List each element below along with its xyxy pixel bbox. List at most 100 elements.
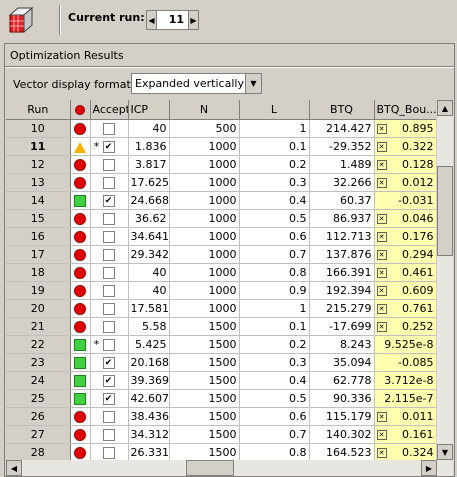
- accept-cell[interactable]: [90, 443, 129, 460]
- table-row[interactable]: 28 26.331 1500 0.8 164.523 ✕ 0.324: [6, 443, 436, 460]
- accept-checkbox[interactable]: [102, 411, 115, 423]
- run-cell[interactable]: 23: [6, 353, 71, 372]
- current-run-spinner[interactable]: ◀ 11 ▶: [146, 10, 199, 30]
- run-cell[interactable]: 14: [6, 191, 71, 210]
- table-row[interactable]: 18 40 1000 0.8 166.391 ✕ 0.461: [6, 263, 436, 282]
- table-row[interactable]: 16 34.641 1000 0.6 112.713 ✕ 0.176: [6, 227, 436, 246]
- table-row[interactable]: 22 * 5.425 1500 0.2 8.243 9.525e-8: [6, 335, 436, 354]
- accept-cell[interactable]: [90, 173, 129, 192]
- accept-cell[interactable]: [90, 299, 129, 318]
- horizontal-scrollbar[interactable]: ◀ ▶: [6, 460, 437, 476]
- run-cell[interactable]: 10: [6, 119, 71, 138]
- run-cell[interactable]: 13: [6, 173, 71, 192]
- table-row[interactable]: 19 40 1000 0.9 192.394 ✕ 0.609: [6, 281, 436, 300]
- table-row[interactable]: 23 ✔ 20.168 1500 0.3 35.094 -0.085: [6, 353, 436, 372]
- column-header-icp[interactable]: ICP: [128, 100, 170, 120]
- table-row[interactable]: 13 17.625 1000 0.3 32.266 ✕ 0.012: [6, 173, 436, 192]
- table-row[interactable]: 27 34.312 1500 0.7 140.302 ✕ 0.161: [6, 425, 436, 444]
- column-header-n[interactable]: N: [169, 100, 240, 120]
- accept-cell[interactable]: [90, 155, 129, 174]
- dropdown-arrow-icon[interactable]: ▼: [245, 74, 261, 93]
- accept-checkbox[interactable]: ✔: [102, 195, 115, 207]
- accept-checkbox[interactable]: ✔: [102, 140, 115, 153]
- column-header-l[interactable]: L: [239, 100, 310, 120]
- accept-checkbox[interactable]: [102, 267, 115, 279]
- run-cell[interactable]: 20: [6, 299, 71, 318]
- accept-checkbox[interactable]: [102, 177, 115, 189]
- accept-checkbox[interactable]: [102, 159, 115, 171]
- accept-checkbox[interactable]: [102, 123, 115, 135]
- accept-cell[interactable]: ✔: [90, 353, 129, 372]
- accept-cell[interactable]: [90, 119, 129, 138]
- accept-checkbox[interactable]: [102, 303, 115, 315]
- run-cell[interactable]: 18: [6, 263, 71, 282]
- table-row[interactable]: 12 3.817 1000 0.2 1.489 ✕ 0.128: [6, 155, 436, 174]
- scroll-down-arrow-icon[interactable]: ▼: [437, 444, 453, 460]
- run-cell[interactable]: 24: [6, 371, 71, 390]
- run-cell[interactable]: 27: [6, 425, 71, 444]
- run-cell[interactable]: 21: [6, 317, 71, 336]
- vector-format-select[interactable]: Expanded vertically ▼: [131, 73, 262, 94]
- scroll-up-arrow-icon[interactable]: ▲: [437, 100, 453, 116]
- accept-checkbox[interactable]: [102, 285, 115, 297]
- accept-cell[interactable]: [90, 263, 129, 282]
- accept-cell[interactable]: [90, 209, 129, 228]
- run-cell[interactable]: 26: [6, 407, 71, 426]
- table-row[interactable]: 21 5.58 1500 0.1 -17.699 ✕ 0.252: [6, 317, 436, 336]
- run-cell[interactable]: 19: [6, 281, 71, 300]
- accept-checkbox[interactable]: ✔: [102, 393, 115, 405]
- accept-cell[interactable]: [90, 281, 129, 300]
- scroll-right-arrow-icon[interactable]: ▶: [421, 460, 437, 476]
- passed-status-icon: [74, 375, 86, 387]
- accept-cell[interactable]: ✔: [90, 389, 129, 408]
- next-run-arrow-icon[interactable]: ▶: [188, 11, 198, 29]
- accept-checkbox[interactable]: ✔: [102, 375, 115, 387]
- accept-checkbox[interactable]: [102, 429, 115, 441]
- run-cell[interactable]: 15: [6, 209, 71, 228]
- accept-checkbox[interactable]: [102, 338, 115, 351]
- run-cell[interactable]: 16: [6, 227, 71, 246]
- accept-cell[interactable]: ✔: [90, 371, 129, 390]
- run-cell[interactable]: 25: [6, 389, 71, 408]
- accept-cell[interactable]: [90, 317, 129, 336]
- accept-cell[interactable]: [90, 407, 129, 426]
- scroll-left-arrow-icon[interactable]: ◀: [6, 460, 22, 476]
- cube-icon[interactable]: [6, 5, 36, 35]
- column-header-status[interactable]: [70, 100, 91, 120]
- accept-checkbox[interactable]: [102, 447, 115, 459]
- column-header-accept[interactable]: Accept: [90, 100, 129, 120]
- column-header-btq[interactable]: BTQ: [309, 100, 375, 120]
- accept-checkbox[interactable]: [102, 231, 115, 243]
- table-row[interactable]: 11 * ✔ 1.836 1000 0.1 -29.352 ✕ 0.322: [6, 137, 436, 156]
- vertical-scroll-thumb[interactable]: [437, 166, 453, 256]
- horizontal-scroll-thumb[interactable]: [186, 460, 234, 476]
- accept-cell[interactable]: [90, 245, 129, 264]
- vertical-scrollbar[interactable]: ▲ ▼: [437, 100, 453, 476]
- table-row[interactable]: 25 ✔ 42.607 1500 0.5 90.336 2.115e-7: [6, 389, 436, 408]
- run-cell[interactable]: 17: [6, 245, 71, 264]
- accept-cell[interactable]: *: [90, 335, 129, 354]
- current-run-value[interactable]: 11: [157, 11, 188, 29]
- table-row[interactable]: 17 29.342 1000 0.7 137.876 ✕ 0.294: [6, 245, 436, 264]
- accept-cell[interactable]: [90, 227, 129, 246]
- previous-run-arrow-icon[interactable]: ◀: [147, 11, 157, 29]
- table-row[interactable]: 20 17.581 1000 1 215.279 ✕ 0.761: [6, 299, 436, 318]
- accept-cell[interactable]: [90, 425, 129, 444]
- run-cell[interactable]: 12: [6, 155, 71, 174]
- accept-checkbox[interactable]: [102, 213, 115, 225]
- accept-checkbox[interactable]: [102, 249, 115, 261]
- table-row[interactable]: 15 36.62 1000 0.5 86.937 ✕ 0.046: [6, 209, 436, 228]
- run-cell[interactable]: 11: [6, 137, 71, 156]
- accept-checkbox[interactable]: [102, 321, 115, 333]
- accept-cell[interactable]: * ✔: [90, 137, 129, 156]
- column-header-run[interactable]: Run: [6, 100, 71, 120]
- column-header-btq-bound[interactable]: BTQ_Bou...: [374, 100, 436, 120]
- table-row[interactable]: 26 38.436 1500 0.6 115.179 ✕ 0.011: [6, 407, 436, 426]
- table-row[interactable]: 14 ✔ 24.668 1000 0.4 60.37 -0.031: [6, 191, 436, 210]
- run-cell[interactable]: 28: [6, 443, 71, 460]
- accept-cell[interactable]: ✔: [90, 191, 129, 210]
- table-row[interactable]: 24 ✔ 39.369 1500 0.4 62.778 3.712e-8: [6, 371, 436, 390]
- accept-checkbox[interactable]: ✔: [102, 357, 115, 369]
- table-row[interactable]: 10 40 500 1 214.427 ✕ 0.895: [6, 119, 436, 138]
- run-cell[interactable]: 22: [6, 335, 71, 354]
